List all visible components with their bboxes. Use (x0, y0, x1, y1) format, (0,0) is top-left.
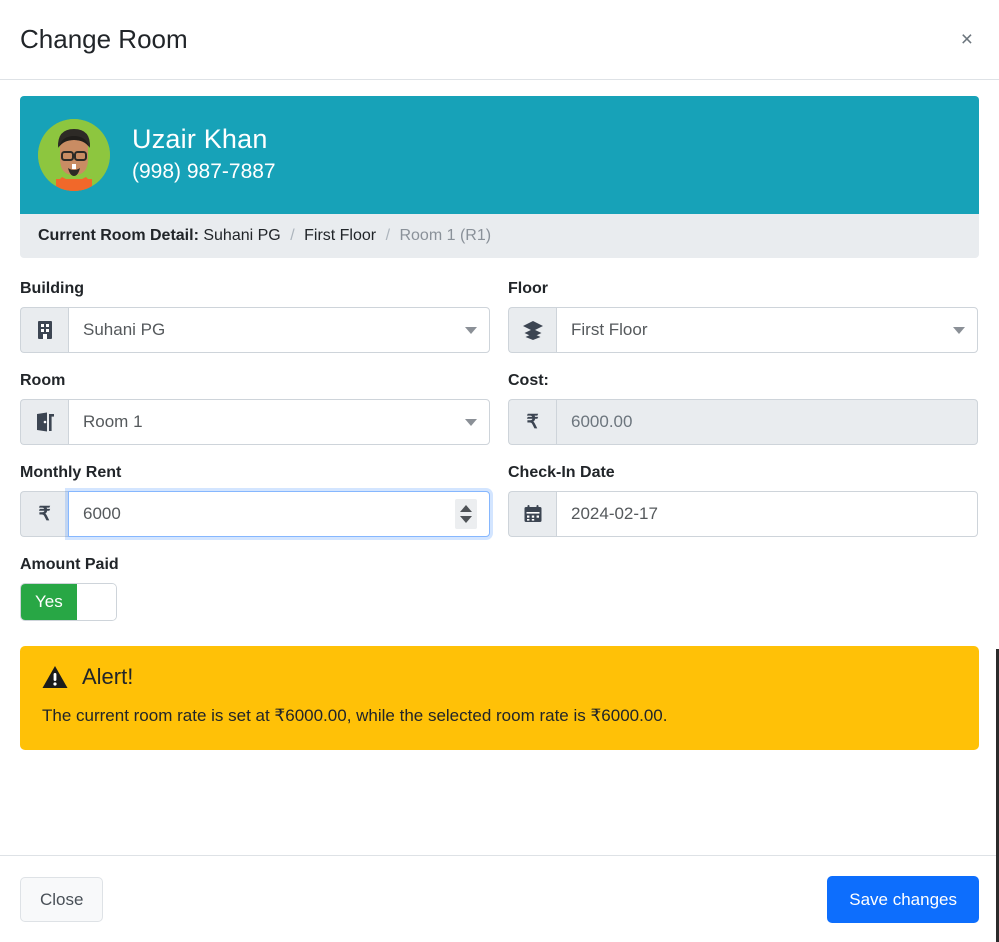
rupee-symbol: ₹ (38, 505, 50, 524)
building-label: Building (20, 280, 490, 298)
field-check-in-date: Check-In Date (508, 464, 978, 537)
chevron-down-icon (465, 327, 477, 334)
tenant-profile-banner: Uzair Khan (998) 987-7887 (20, 96, 979, 214)
building-input-group: Suhani PG (20, 307, 490, 353)
rupee-symbol: ₹ (526, 413, 538, 432)
floor-label: Floor (508, 280, 978, 298)
amount-paid-toggle[interactable]: Yes (20, 583, 117, 621)
field-cost: Cost: ₹ 6000.00 (508, 372, 978, 445)
field-room: Room Room 1 (20, 372, 490, 445)
check-in-date-input-group: 2024-02-17 (508, 491, 978, 537)
chevron-down-icon (465, 419, 477, 426)
building-icon (20, 307, 68, 353)
profile-text: Uzair Khan (998) 987-7887 (132, 124, 276, 185)
modal-body: Uzair Khan (998) 987-7887 Current Room D… (0, 80, 999, 855)
field-amount-paid: Amount Paid Yes (20, 556, 490, 621)
amount-paid-toggle-value: Yes (21, 584, 77, 620)
building-value: Suhani PG (83, 320, 457, 340)
cost-input: 6000.00 (556, 399, 978, 445)
close-button[interactable]: Close (20, 877, 103, 922)
monthly-rent-input[interactable]: 6000 (68, 491, 490, 537)
alert-message: The current room rate is set at ₹6000.00… (42, 704, 957, 728)
change-room-modal: Change Room × (0, 0, 999, 942)
monthly-rent-label: Monthly Rent (20, 464, 490, 482)
check-in-date-label: Check-In Date (508, 464, 978, 482)
breadcrumb-separator: / (381, 227, 395, 244)
room-label: Room (20, 372, 490, 390)
modal-header: Change Room × (0, 0, 999, 80)
tenant-phone: (998) 987-7887 (132, 158, 276, 185)
chevron-down-icon (953, 327, 965, 334)
stepper-down-icon[interactable] (460, 516, 472, 523)
room-select[interactable]: Room 1 (68, 399, 490, 445)
room-input-group: Room 1 (20, 399, 490, 445)
monthly-rent-value: 6000 (83, 504, 449, 524)
door-open-icon (20, 399, 68, 445)
room-value: Room 1 (83, 412, 457, 432)
alert-title: Alert! (82, 664, 133, 690)
layers-icon (508, 307, 556, 353)
floor-select[interactable]: First Floor (556, 307, 978, 353)
breadcrumb-building: Suhani PG (203, 227, 280, 244)
up-down-stepper-icon[interactable] (455, 499, 477, 529)
field-building: Building Suhani PG (20, 280, 490, 353)
breadcrumb-floor: First Floor (304, 227, 376, 244)
rate-alert: Alert! The current room rate is set at ₹… (20, 646, 979, 750)
save-changes-button[interactable]: Save changes (827, 876, 979, 923)
breadcrumb-separator: / (285, 227, 299, 244)
breadcrumb-label: Current Room Detail: (38, 227, 199, 244)
tenant-name: Uzair Khan (132, 124, 276, 155)
breadcrumb-room: Room 1 (R1) (399, 227, 491, 244)
floor-value: First Floor (571, 320, 945, 340)
rupee-icon: ₹ (508, 399, 556, 445)
modal-footer: Close Save changes (0, 855, 999, 942)
rupee-icon: ₹ (20, 491, 68, 537)
calendar-icon (508, 491, 556, 537)
building-select[interactable]: Suhani PG (68, 307, 490, 353)
cost-value: 6000.00 (571, 412, 965, 432)
room-form: Building Suhani PG (20, 280, 979, 640)
check-in-date-input[interactable]: 2024-02-17 (556, 491, 978, 537)
monthly-rent-input-group: ₹ 6000 (20, 491, 490, 537)
cost-label: Cost: (508, 372, 978, 390)
avatar (38, 119, 110, 191)
stepper-up-icon[interactable] (460, 505, 472, 512)
warning-triangle-icon (42, 665, 68, 689)
field-monthly-rent: Monthly Rent ₹ 6000 (20, 464, 490, 537)
amount-paid-label: Amount Paid (20, 556, 490, 574)
field-floor: Floor First Floor (508, 280, 978, 353)
check-in-date-value: 2024-02-17 (571, 504, 965, 524)
breadcrumb: Current Room Detail: Suhani PG / First F… (20, 214, 979, 258)
alert-heading: Alert! (42, 664, 957, 690)
page-title: Change Room (20, 24, 188, 55)
close-icon[interactable]: × (955, 25, 979, 54)
amount-paid-toggle-knob[interactable] (77, 584, 116, 620)
cost-input-group: ₹ 6000.00 (508, 399, 978, 445)
floor-input-group: First Floor (508, 307, 978, 353)
